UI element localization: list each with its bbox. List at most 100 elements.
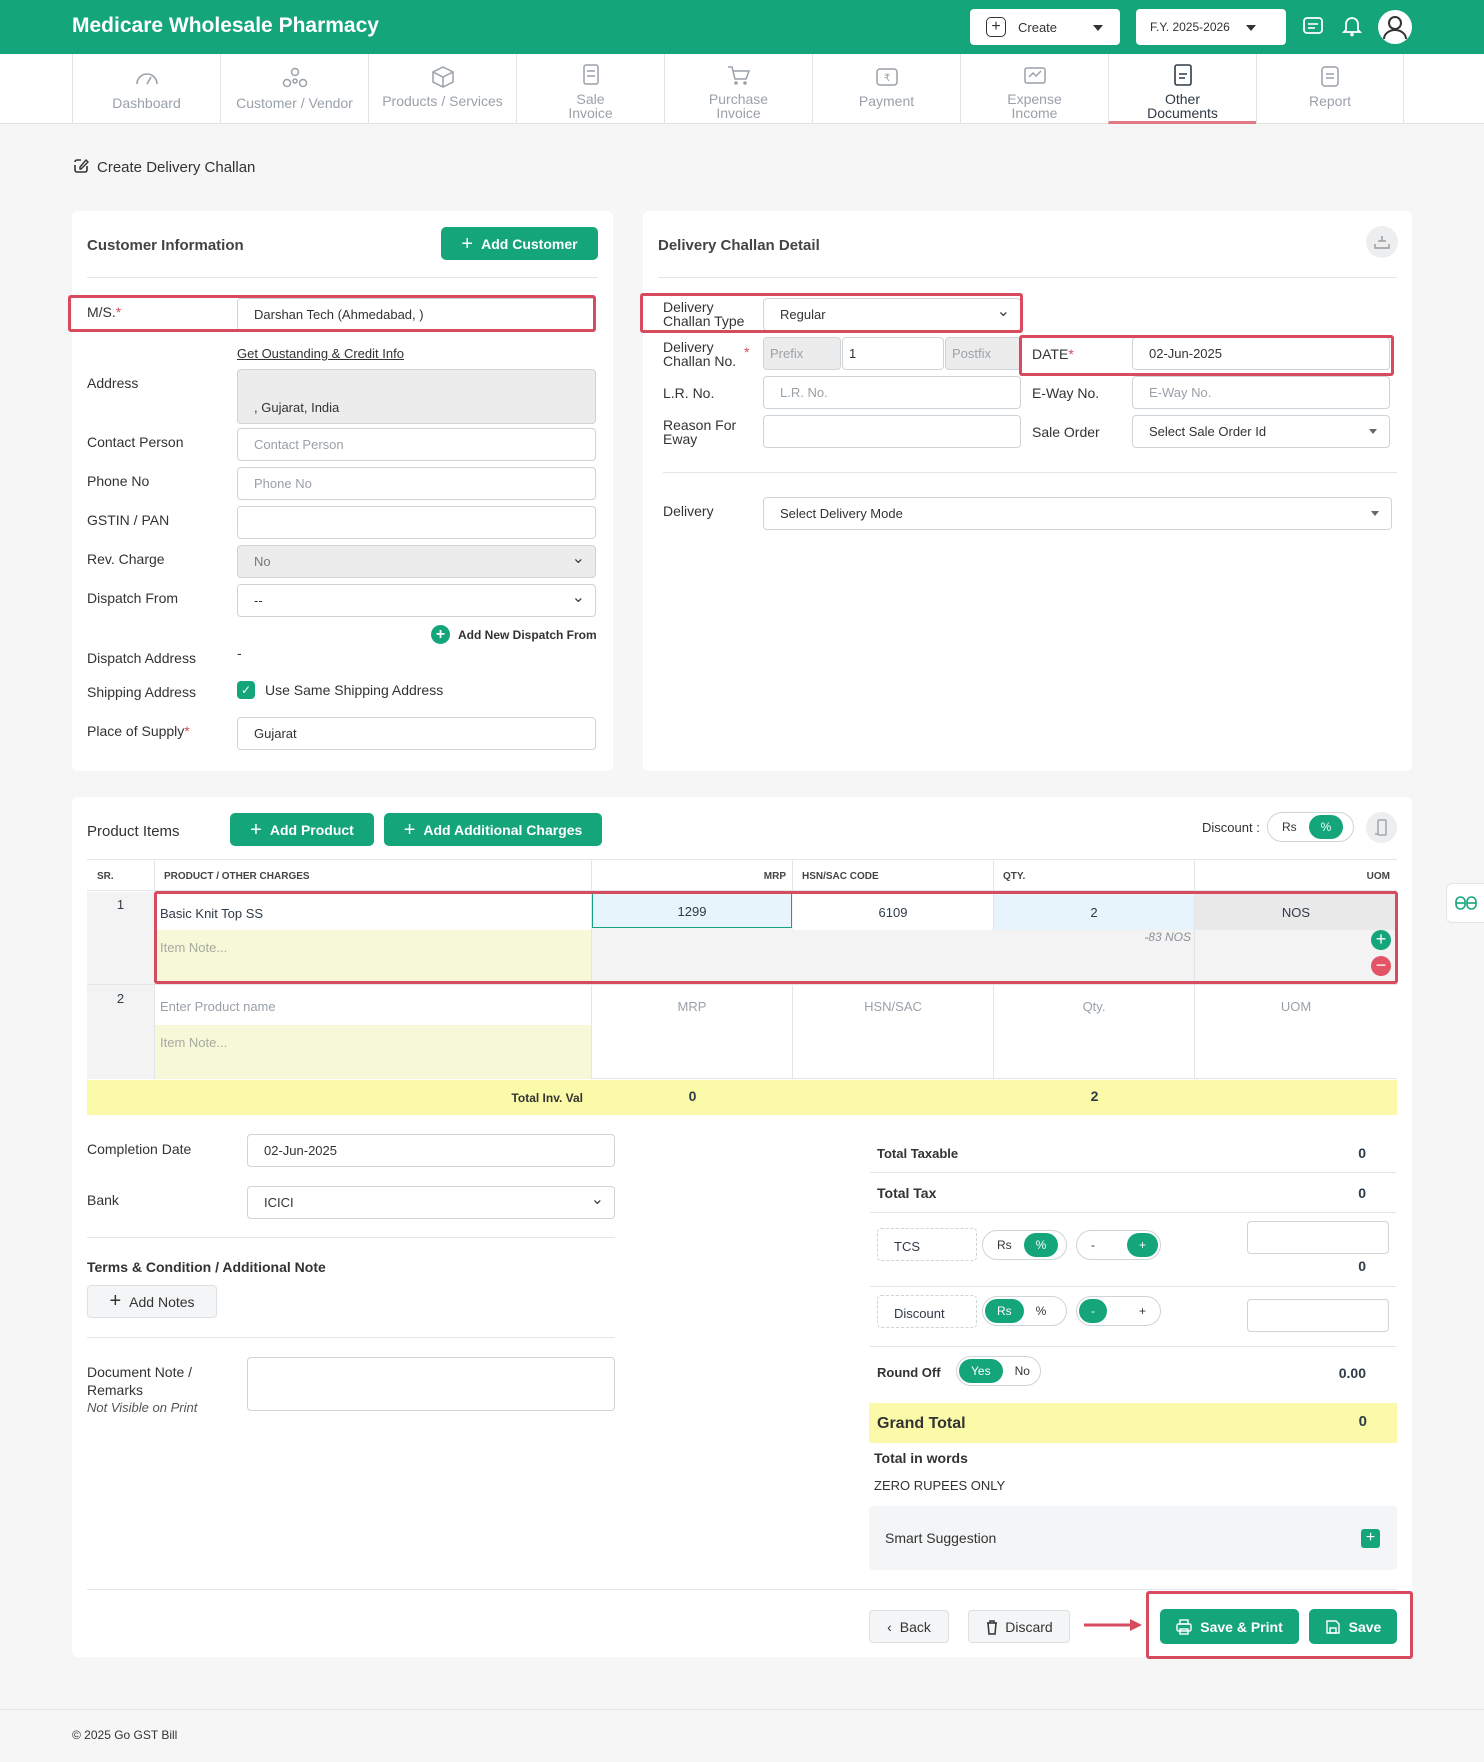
fy-dropdown[interactable]: F.Y. 2025-2026 <box>1136 9 1286 45</box>
eway-no-input[interactable]: E-Way No. <box>1132 376 1390 409</box>
back-label: Back <box>899 1618 931 1635</box>
plus-square-icon[interactable]: + <box>1361 1529 1380 1548</box>
tab-label: Dashboard <box>112 95 181 111</box>
same-shipping-checkbox[interactable]: ✓ Use Same Shipping Address <box>237 681 443 699</box>
hsn-input[interactable]: HSN/SAC <box>793 985 994 1079</box>
postfix-input[interactable]: Postfix <box>945 337 1021 370</box>
smart-suggestion-panel[interactable]: Smart Suggestion + <box>869 1506 1397 1570</box>
tab-sale-invoice[interactable]: Sale Invoice <box>516 54 664 124</box>
delivery-label: Delivery <box>663 503 714 519</box>
divider <box>87 277 598 278</box>
postfix-placeholder: Postfix <box>952 346 992 361</box>
completion-date-input[interactable]: 02-Jun-2025 <box>247 1134 615 1167</box>
tab-expense-income[interactable]: Expense Income <box>960 54 1108 124</box>
avatar[interactable] <box>1378 10 1412 44</box>
message-icon[interactable] <box>1302 16 1324 36</box>
footer-divider <box>0 1709 1484 1710</box>
discount-type-toggle[interactable]: Rs % <box>1267 812 1354 842</box>
bank-select[interactable]: ICICI <box>247 1186 615 1219</box>
round-off-row: Round Off Yes No 0.00 <box>870 1347 1396 1403</box>
tab-other-documents[interactable]: Other Documents <box>1108 54 1256 124</box>
divider <box>87 1337 615 1338</box>
add-dispatch-from-button[interactable]: + Add New Dispatch From <box>431 625 597 644</box>
place-of-supply-label: Place of Supply* <box>87 723 190 739</box>
toggle-plus[interactable]: + <box>1127 1299 1158 1323</box>
gstin-input[interactable] <box>237 506 596 539</box>
toggle-plus[interactable]: + <box>1126 1233 1158 1257</box>
tab-customer-vendor[interactable]: Customer / Vendor <box>220 54 368 124</box>
toggle-rs[interactable]: Rs <box>985 1299 1024 1323</box>
tab-products-services[interactable]: Products / Services <box>368 54 516 124</box>
add-customer-button[interactable]: + Add Customer <box>441 227 598 260</box>
fy-label: F.Y. 2025-2026 <box>1150 20 1230 34</box>
grand-total-row: Grand Total 0 <box>869 1403 1397 1443</box>
invoice-icon <box>582 64 599 85</box>
summary-discount-input[interactable] <box>1247 1299 1389 1332</box>
bank-value: ICICI <box>264 1195 294 1210</box>
user-icon <box>1383 16 1407 40</box>
tab-dashboard[interactable]: Dashboard <box>72 54 220 124</box>
back-button[interactable]: ‹ Back <box>869 1610 949 1643</box>
toggle-percent[interactable]: % <box>1023 1233 1059 1257</box>
discount-sign-toggle[interactable]: - + <box>1076 1296 1161 1326</box>
tab-purchase-invoice[interactable]: Purchase Invoice <box>664 54 812 124</box>
rev-charge-select[interactable]: No <box>237 545 596 578</box>
discount-type-toggle[interactable]: Rs% <box>982 1296 1067 1326</box>
challan-number-input[interactable]: 1 <box>842 337 944 370</box>
highlight-box <box>640 293 1023 333</box>
contact-person-placeholder: Contact Person <box>254 437 344 452</box>
column-settings-button[interactable] <box>1366 812 1397 843</box>
challan-no-label: Delivery Challan No. <box>663 339 737 369</box>
add-notes-button[interactable]: + Add Notes <box>87 1285 217 1318</box>
col-qty: QTY. <box>1003 871 1026 882</box>
add-product-label: Add Product <box>269 821 354 838</box>
discard-button[interactable]: Discard <box>968 1610 1070 1643</box>
product-items-title: Product Items <box>87 823 180 840</box>
tcs-sign-toggle[interactable]: - + <box>1076 1230 1161 1260</box>
contact-person-input[interactable]: Contact Person <box>237 428 596 461</box>
credit-info-link[interactable]: Get Oustanding & Credit Info <box>237 346 404 361</box>
users-icon <box>282 67 307 88</box>
toggle-percent[interactable]: % <box>1308 815 1344 839</box>
toggle-percent[interactable]: % <box>1024 1299 1059 1323</box>
add-charges-button[interactable]: + Add Additional Charges <box>384 813 602 846</box>
add-product-button[interactable]: + Add Product <box>230 813 374 846</box>
reason-eway-input[interactable] <box>763 415 1021 448</box>
prefix-placeholder: Prefix <box>770 346 804 361</box>
place-of-supply-input[interactable]: Gujarat <box>237 717 596 750</box>
qty-input[interactable]: Qty. <box>994 985 1195 1079</box>
item-note-input[interactable]: Item Note... <box>155 1025 592 1079</box>
mrp-input[interactable]: MRP <box>592 985 793 1079</box>
phone-input[interactable]: Phone No <box>237 467 596 500</box>
toggle-rs[interactable]: Rs <box>985 1233 1024 1257</box>
tab-payment[interactable]: ₹ Payment <box>812 54 960 124</box>
side-panel-button[interactable] <box>1446 883 1484 923</box>
tab-label: Other <box>1164 91 1200 107</box>
lr-no-input[interactable]: L.R. No. <box>763 376 1021 409</box>
toggle-no[interactable]: No <box>1003 1359 1042 1383</box>
toggle-minus[interactable]: - <box>1079 1233 1107 1257</box>
toggle-yes[interactable]: Yes <box>959 1359 1003 1383</box>
tcs-input[interactable] <box>1247 1221 1389 1254</box>
total-taxable-row: Total Taxable 0 <box>870 1133 1396 1173</box>
tcs-type-toggle[interactable]: Rs% <box>982 1230 1067 1260</box>
round-off-toggle[interactable]: Yes No <box>956 1356 1041 1386</box>
toggle-rs[interactable]: Rs <box>1270 815 1309 839</box>
dispatch-from-select[interactable]: -- <box>237 584 596 617</box>
product-name-input[interactable]: Enter Product name <box>155 985 592 1025</box>
create-dropdown[interactable]: + Create <box>970 9 1120 45</box>
sale-order-select[interactable]: Select Sale Order Id <box>1132 415 1390 448</box>
bell-icon[interactable] <box>1342 15 1362 37</box>
document-note-input[interactable] <box>247 1357 615 1411</box>
chevron-left-icon: ‹ <box>887 1618 892 1635</box>
settings-button[interactable] <box>1366 226 1398 258</box>
lr-no-label: L.R. No. <box>663 385 715 401</box>
total-taxable-value: 0 <box>1358 1145 1366 1161</box>
tab-report[interactable]: Report <box>1256 54 1404 124</box>
toggle-minus[interactable]: - <box>1079 1299 1107 1323</box>
prefix-input[interactable]: Prefix <box>763 337 841 370</box>
rev-charge-label: Rev. Charge <box>87 551 165 567</box>
uom-input[interactable]: UOM <box>1195 985 1397 1079</box>
address-field[interactable]: , Gujarat, India <box>237 369 596 424</box>
delivery-mode-select[interactable]: Select Delivery Mode <box>763 497 1392 530</box>
